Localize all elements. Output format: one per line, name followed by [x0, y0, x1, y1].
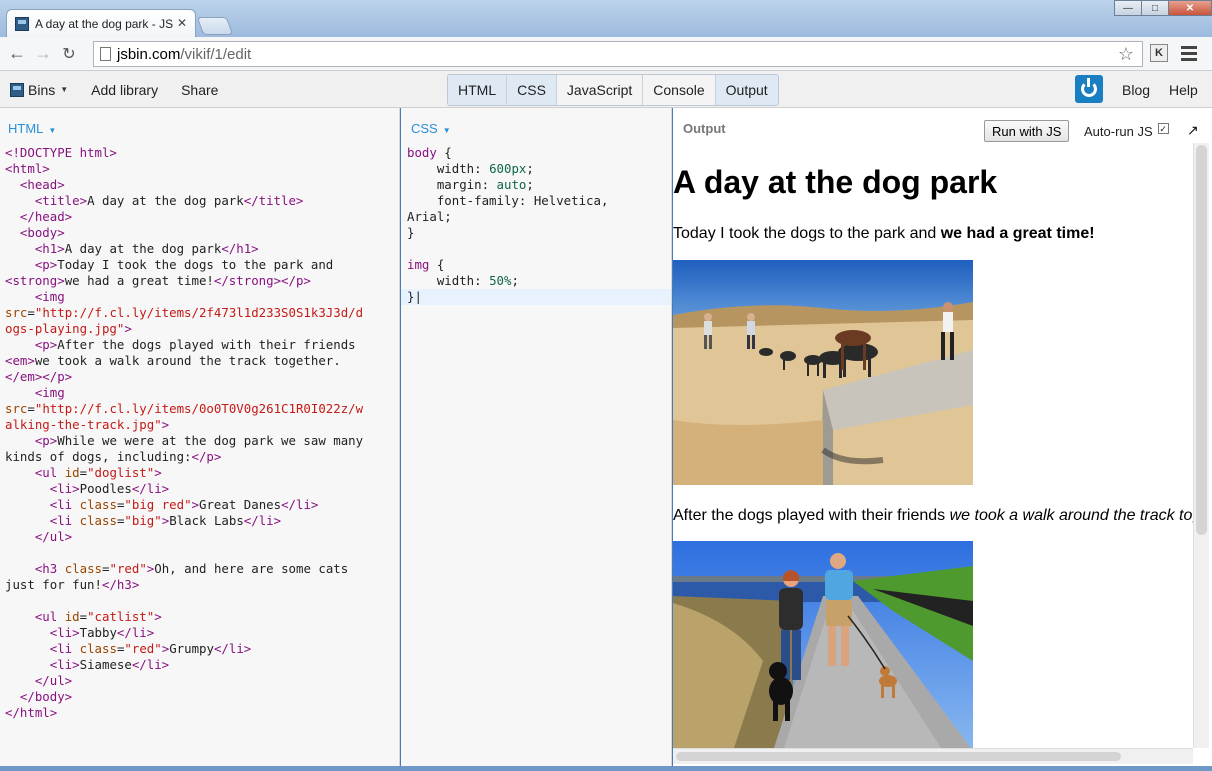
panel-toggle-group: HTML CSS JavaScript Console Output [447, 74, 779, 106]
tab-css[interactable]: CSS [507, 75, 557, 105]
tab-html[interactable]: HTML [448, 75, 508, 105]
output-panel: Output Run with JS Auto-run JS ✓ ↗ A day… [673, 108, 1212, 766]
autorun-checkbox[interactable]: ✓ [1157, 123, 1169, 134]
autorun-toggle[interactable]: Auto-run JS ✓ [1084, 123, 1169, 139]
page-icon [100, 47, 111, 61]
vertical-scroll-thumb[interactable] [1196, 145, 1207, 535]
browser-tab[interactable]: A day at the dog park - JS ✕ [6, 9, 196, 37]
maximize-button[interactable]: □ [1141, 0, 1169, 16]
forward-icon[interactable]: → [30, 41, 56, 67]
close-window-button[interactable]: ✕ [1168, 0, 1212, 16]
url-text[interactable]: jsbin.com/vikif/1/edit [117, 46, 251, 63]
output-panel-label: Output [683, 121, 726, 136]
jsbin-logo-icon [10, 82, 24, 97]
output-horizontal-scrollbar[interactable] [673, 748, 1193, 764]
horizontal-scroll-thumb[interactable] [676, 752, 1121, 761]
html-panel-label[interactable]: HTML ▼ [8, 121, 56, 136]
add-library-button[interactable]: Add library [91, 82, 158, 98]
jsbin-toolbar: Bins ▼ Add library Share HTML CSS JavaSc… [0, 71, 1212, 108]
new-tab-button[interactable] [196, 17, 234, 35]
css-panel-label[interactable]: CSS ▼ [411, 121, 451, 136]
bins-label: Bins [28, 81, 56, 98]
preview-paragraph-2: After the dogs played with their friends… [673, 507, 1193, 524]
browser-menu-icon[interactable] [1181, 46, 1197, 64]
preview-paragraph-1: Today I took the dogs to the park and we… [673, 225, 1095, 242]
share-button[interactable]: Share [181, 82, 218, 98]
minimize-button[interactable]: — [1114, 0, 1142, 16]
output-preview[interactable]: A day at the dog park Today I took the d… [673, 143, 1193, 748]
bins-menu[interactable]: Bins ▼ [10, 82, 68, 98]
reload-icon[interactable]: ↻ [56, 41, 82, 67]
tab-close-icon[interactable]: ✕ [177, 16, 187, 30]
help-link[interactable]: Help [1169, 82, 1198, 98]
output-vertical-scrollbar[interactable] [1193, 143, 1209, 748]
tab-javascript[interactable]: JavaScript [556, 75, 644, 105]
caret-down-icon: ▼ [60, 85, 69, 94]
jsbin-favicon-icon [15, 16, 29, 31]
extension-icon[interactable]: K [1150, 44, 1168, 62]
autorun-label: Auto-run JS [1084, 124, 1153, 139]
tab-title: A day at the dog park - JS [35, 16, 174, 31]
window-controls: — □ ✕ [1114, 0, 1212, 16]
dogs-playing-image [673, 260, 973, 485]
css-code[interactable]: body { width: 600px; margin: auto; font-… [407, 145, 608, 305]
html-editor-panel[interactable]: HTML ▼ <!DOCTYPE html> <html> <head> <tit… [0, 108, 400, 766]
walking-track-image [673, 541, 973, 748]
power-icon[interactable] [1075, 75, 1103, 103]
popout-icon[interactable]: ↗ [1187, 122, 1199, 139]
window-bottom-border [0, 766, 1212, 771]
caret-down-icon: ▼ [442, 126, 451, 135]
browser-toolbar: ← → ↻ jsbin.com/vikif/1/edit ☆ K [0, 37, 1212, 71]
html-code[interactable]: <!DOCTYPE html> <html> <head> <title>A d… [5, 145, 363, 721]
blog-link[interactable]: Blog [1122, 82, 1150, 98]
css-editor-panel[interactable]: CSS ▼ body { width: 600px; margin: auto; … [401, 108, 672, 766]
preview-heading: A day at the dog park [673, 164, 998, 200]
address-bar[interactable]: jsbin.com/vikif/1/edit ☆ [93, 41, 1143, 67]
back-icon[interactable]: ← [4, 41, 30, 67]
browser-titlebar: A day at the dog park - JS ✕ — □ ✕ [0, 0, 1212, 37]
tab-console[interactable]: Console [643, 75, 716, 105]
tab-output[interactable]: Output [715, 75, 778, 105]
run-with-js-button[interactable]: Run with JS [984, 120, 1070, 142]
caret-down-icon: ▼ [48, 126, 57, 135]
bookmark-star-icon[interactable]: ☆ [1118, 44, 1134, 65]
